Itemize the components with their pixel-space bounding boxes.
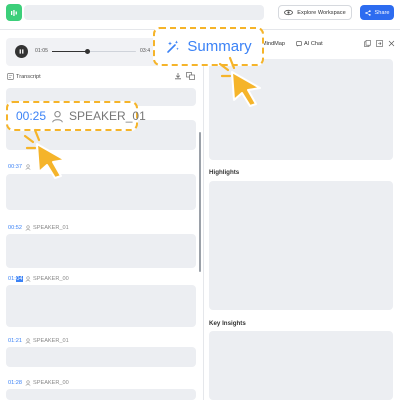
speaker-icon <box>51 110 64 123</box>
transcript-text-block <box>6 285 196 327</box>
transcript-text-block <box>6 234 196 268</box>
progress-knob[interactable] <box>84 48 91 54</box>
tab-mindmap[interactable]: MindMap <box>262 41 285 47</box>
callout-speaker: SPEAKER_01 <box>69 109 146 123</box>
transcript-title: Transcript <box>16 74 41 80</box>
share-button[interactable]: Share <box>360 5 394 20</box>
tab-ai-chat[interactable]: AI Chat <box>296 41 323 47</box>
close-icon[interactable] <box>388 40 395 47</box>
transcript-scrollbar[interactable] <box>199 132 201 272</box>
download-icon[interactable] <box>174 72 182 80</box>
copy-icon[interactable] <box>364 40 371 47</box>
key-insights-content-placeholder <box>209 331 393 400</box>
timestamp-selected: 04 <box>15 276 24 282</box>
tab-summary-label: Summary <box>187 38 252 55</box>
timestamp[interactable]: 01:21 <box>8 338 22 344</box>
progress-fill <box>52 50 88 52</box>
speaker-icon <box>25 338 31 344</box>
app-icon <box>10 9 18 17</box>
panel-divider <box>203 30 204 400</box>
export-icon[interactable] <box>376 40 383 47</box>
speaker-icon <box>25 276 31 282</box>
transcript-icon <box>7 73 14 80</box>
explore-workspace-label: Explore Workspace <box>297 9 346 16</box>
key-insights-title: Key Insights <box>209 320 246 327</box>
timestamp-prefix: 01: <box>8 276 16 282</box>
pause-icon <box>19 49 24 54</box>
timestamp[interactable]: 00:52 <box>8 225 22 231</box>
sparkle-wand-icon <box>165 39 181 55</box>
speaker-name[interactable]: SPEAKER_01 <box>33 338 69 344</box>
play-pause-button[interactable] <box>15 45 28 58</box>
cursor-hand-icon <box>17 126 73 182</box>
total-time: 03:4 <box>140 48 151 54</box>
explore-icon <box>284 9 294 16</box>
app-logo[interactable] <box>6 4 22 21</box>
speaker-icon <box>25 225 31 231</box>
tab-ai-chat-label: AI Chat <box>304 41 323 47</box>
share-label: Share <box>374 9 390 16</box>
callout-timestamp: 00:25 <box>16 109 47 123</box>
timestamp[interactable]: 01:28 <box>8 380 22 386</box>
cursor-hand-icon <box>212 54 268 110</box>
speaker-icon <box>25 380 31 386</box>
file-title-placeholder <box>24 5 264 20</box>
translate-icon[interactable] <box>186 72 195 80</box>
ai-chat-icon <box>296 41 302 47</box>
transcript-text-block <box>6 347 196 367</box>
highlights-title: Highlights <box>209 169 240 176</box>
timestamp[interactable]: 01:04 <box>8 276 24 282</box>
current-time: 01:05 <box>35 48 48 54</box>
highlights-content-placeholder <box>209 181 393 310</box>
share-icon <box>364 9 371 16</box>
speaker-name[interactable]: SPEAKER_01 <box>33 225 69 231</box>
progress-track[interactable] <box>52 48 136 54</box>
explore-workspace-button[interactable]: Explore Workspace <box>278 5 352 20</box>
speaker-name[interactable]: SPEAKER_00 <box>33 276 69 282</box>
speaker-name[interactable]: SPEAKER_00 <box>33 380 69 386</box>
transcript-text-block <box>6 389 196 400</box>
